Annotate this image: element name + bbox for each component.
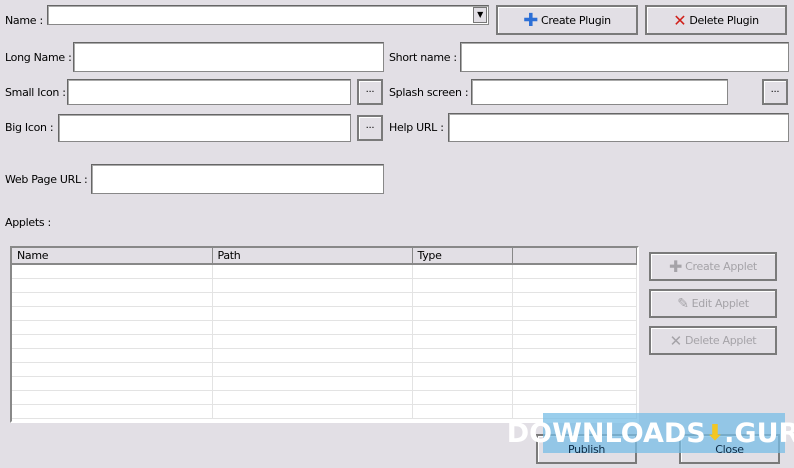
table-cell[interactable] xyxy=(212,390,413,405)
table-cell[interactable] xyxy=(412,376,513,391)
column-header-type[interactable]: Type xyxy=(412,248,513,265)
create-plugin-button[interactable]: ✚ Create Plugin xyxy=(496,5,638,35)
table-row[interactable] xyxy=(12,362,637,377)
table-cell[interactable] xyxy=(412,362,513,377)
table-cell[interactable] xyxy=(512,348,637,363)
short-name-label: Short name : xyxy=(389,51,457,64)
small-icon-label: Small Icon : xyxy=(5,86,66,99)
table-cell[interactable] xyxy=(12,292,213,307)
table-cell[interactable] xyxy=(412,334,513,349)
table-cell[interactable] xyxy=(12,320,213,335)
table-cell[interactable] xyxy=(412,390,513,405)
table-row[interactable] xyxy=(12,376,637,391)
table-cell[interactable] xyxy=(212,278,413,293)
table-cell[interactable] xyxy=(512,306,637,321)
table-cell[interactable] xyxy=(12,334,213,349)
table-cell[interactable] xyxy=(12,404,213,419)
long-name-label: Long Name : xyxy=(5,51,72,64)
table-cell[interactable] xyxy=(412,306,513,321)
table-row[interactable] xyxy=(12,334,637,349)
table-cell[interactable] xyxy=(512,320,637,335)
table-cell[interactable] xyxy=(212,334,413,349)
table-cell[interactable] xyxy=(12,362,213,377)
table-cell[interactable] xyxy=(212,292,413,307)
help-url-label: Help URL : xyxy=(389,121,444,134)
table-cell[interactable] xyxy=(212,320,413,335)
table-cell[interactable] xyxy=(212,376,413,391)
create-applet-button[interactable]: ✚ Create Applet xyxy=(649,252,777,281)
table-cell[interactable] xyxy=(512,334,637,349)
table-cell[interactable] xyxy=(412,320,513,335)
table-row[interactable] xyxy=(12,320,637,335)
name-combobox[interactable]: ▼ xyxy=(47,5,489,25)
column-header-blank[interactable] xyxy=(512,248,637,265)
small-icon-input[interactable] xyxy=(67,79,351,105)
table-cell[interactable] xyxy=(412,292,513,307)
delete-applet-button[interactable]: ✕ Delete Applet xyxy=(649,326,777,355)
table-cell[interactable] xyxy=(512,390,637,405)
name-label: Name : xyxy=(5,14,43,27)
edit-applet-button[interactable]: ✎ Edit Applet xyxy=(649,289,777,318)
help-url-input[interactable] xyxy=(448,113,789,142)
table-cell[interactable] xyxy=(512,264,637,279)
table-row[interactable] xyxy=(12,292,637,307)
table-row[interactable] xyxy=(12,278,637,293)
table-row[interactable] xyxy=(12,390,637,405)
splash-screen-label: Splash screen : xyxy=(389,86,469,99)
table-cell[interactable] xyxy=(512,278,637,293)
table-row[interactable] xyxy=(12,264,637,279)
table-cell[interactable] xyxy=(512,362,637,377)
column-header-path[interactable]: Path xyxy=(212,248,413,265)
table-cell[interactable] xyxy=(12,278,213,293)
table-cell[interactable] xyxy=(212,348,413,363)
web-page-url-label: Web Page URL : xyxy=(5,173,88,186)
table-cell[interactable] xyxy=(412,404,513,419)
table-cell[interactable] xyxy=(212,264,413,279)
table-cell[interactable] xyxy=(12,376,213,391)
table-row[interactable] xyxy=(12,348,637,363)
delete-plugin-button[interactable]: ✕ Delete Plugin xyxy=(645,5,787,35)
table-cell[interactable] xyxy=(512,292,637,307)
plus-icon: ✚ xyxy=(523,9,538,31)
table-cell[interactable] xyxy=(12,264,213,279)
small-icon-browse-button[interactable]: ... xyxy=(357,79,383,105)
table-row[interactable] xyxy=(12,306,637,321)
delete-x-icon: ✕ xyxy=(669,331,683,350)
pencil-icon: ✎ xyxy=(677,295,689,312)
table-cell[interactable] xyxy=(412,348,513,363)
applets-table[interactable]: Name Path Type xyxy=(10,246,639,423)
big-icon-browse-button[interactable]: ... xyxy=(357,115,383,141)
splash-screen-input[interactable] xyxy=(471,79,728,105)
big-icon-label: Big Icon : xyxy=(5,121,54,134)
big-icon-input[interactable] xyxy=(58,114,351,142)
table-cell[interactable] xyxy=(12,390,213,405)
table-cell[interactable] xyxy=(212,362,413,377)
web-page-url-input[interactable] xyxy=(91,164,384,194)
applets-label: Applets : xyxy=(5,216,51,229)
table-cell[interactable] xyxy=(512,376,637,391)
delete-x-icon: ✕ xyxy=(673,10,687,30)
plus-icon: ✚ xyxy=(669,257,683,276)
table-cell[interactable] xyxy=(412,278,513,293)
table-cell[interactable] xyxy=(12,348,213,363)
table-cell[interactable] xyxy=(212,404,413,419)
short-name-input[interactable] xyxy=(460,42,789,72)
long-name-input[interactable] xyxy=(73,42,384,72)
splash-screen-browse-button[interactable]: ... xyxy=(762,79,788,105)
table-cell[interactable] xyxy=(12,306,213,321)
column-header-name[interactable]: Name xyxy=(12,248,213,265)
table-cell[interactable] xyxy=(212,306,413,321)
table-cell[interactable] xyxy=(412,264,513,279)
chevron-down-icon[interactable]: ▼ xyxy=(473,7,487,23)
